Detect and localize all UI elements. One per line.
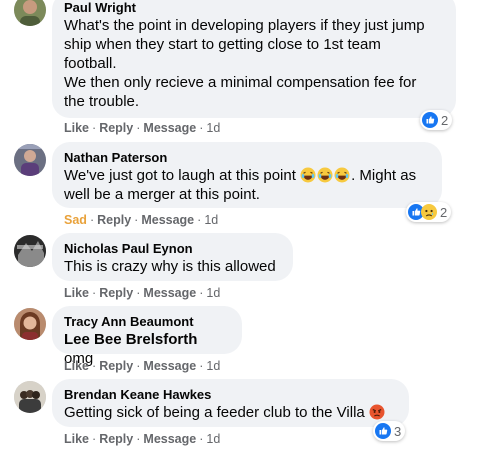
comment-author[interactable]: Brendan Keane Hawkes — [64, 386, 397, 403]
laughing-emoji — [317, 167, 333, 183]
like-link[interactable]: Like — [64, 359, 89, 373]
separator: · — [92, 121, 97, 135]
reply-link[interactable]: Reply — [97, 213, 131, 227]
avatar[interactable] — [14, 144, 46, 176]
separator: · — [136, 359, 141, 373]
comment-text-line: football. — [64, 55, 117, 72]
reaction-summary[interactable]: 2 — [406, 202, 452, 222]
comment-text-part: We've just got to laugh at this point — [64, 167, 296, 184]
reaction-count: 3 — [394, 423, 402, 439]
comment-text-line: well be a merger at this point. — [64, 186, 260, 203]
comment-bubble: Tracy Ann Beaumont Lee Bee Brelsforth om… — [52, 306, 242, 367]
message-link[interactable]: Message — [143, 121, 196, 135]
comment-text-line: We then only recieve a minimal compensat… — [64, 74, 417, 91]
comment-bubble: Nathan Paterson We've just got to laugh … — [52, 142, 442, 208]
separator: · — [199, 121, 204, 135]
comment-author[interactable]: Tracy Ann Beaumont — [64, 313, 230, 330]
reaction-summary[interactable]: 2 — [420, 110, 453, 130]
comment-text-line: We've just got to laugh at this point . … — [64, 166, 430, 185]
like-link[interactable]: Like — [64, 286, 89, 300]
separator: · — [197, 213, 202, 227]
timestamp[interactable]: 1d — [206, 359, 220, 373]
laughing-emoji — [300, 167, 316, 183]
like-icon — [422, 112, 438, 128]
separator: · — [92, 359, 97, 373]
comment-bubble: Nicholas Paul Eynon This is crazy why is… — [52, 233, 293, 281]
separator: · — [136, 121, 141, 135]
comment-bubble: Paul Wright What's the point in developi… — [52, 0, 456, 118]
reaction-count: 2 — [440, 204, 448, 220]
avatar[interactable] — [14, 235, 46, 267]
comment-actions: Like · Reply · Message · 1d — [64, 432, 220, 446]
separator: · — [199, 432, 204, 446]
like-link[interactable]: Like — [64, 121, 89, 135]
mention-link[interactable]: Lee Bee Brelsforth — [64, 331, 197, 348]
timestamp[interactable]: 1d — [206, 286, 220, 300]
message-link[interactable]: Message — [143, 432, 196, 446]
reply-link[interactable]: Reply — [99, 432, 133, 446]
reply-link[interactable]: Reply — [99, 359, 133, 373]
message-link[interactable]: Message — [141, 213, 194, 227]
timestamp[interactable]: 1d — [206, 432, 220, 446]
reply-link[interactable]: Reply — [99, 286, 133, 300]
reaction-count: 2 — [441, 112, 449, 128]
timestamp[interactable]: 1d — [204, 213, 218, 227]
reply-link[interactable]: Reply — [99, 121, 133, 135]
comment-actions: Like · Reply · Message · 1d — [64, 286, 220, 300]
comment-text: What's the point in developing players i… — [64, 16, 444, 111]
comment-text-line: the trouble. — [64, 93, 140, 110]
separator: · — [92, 286, 97, 300]
comment-text-part: Getting sick of being a feeder club to t… — [64, 404, 365, 421]
comment-text: We've just got to laugh at this point . … — [64, 166, 430, 204]
like-link[interactable]: Like — [64, 432, 89, 446]
separator: · — [136, 432, 141, 446]
comment-bubble: Brendan Keane Hawkes Getting sick of bei… — [52, 379, 409, 427]
angry-emoji — [369, 404, 385, 420]
avatar[interactable] — [14, 381, 46, 413]
comment-actions: Like · Reply · Message · 1d — [64, 121, 220, 135]
comment-text-part: . Might as — [351, 167, 417, 184]
comment-author[interactable]: Nathan Paterson — [64, 149, 430, 166]
sad-reaction-link[interactable]: Sad — [64, 213, 87, 227]
separator: · — [199, 359, 204, 373]
separator: · — [134, 213, 139, 227]
comment-text-line: ship when they start to getting close to… — [64, 36, 381, 53]
separator: · — [89, 213, 95, 227]
reaction-summary[interactable]: 3 — [373, 421, 406, 441]
like-icon — [375, 423, 391, 439]
separator: · — [92, 432, 97, 446]
comment-actions: Like · Reply · Message · 1d — [64, 359, 220, 373]
comment-text: Getting sick of being a feeder club to t… — [64, 403, 397, 422]
comment-text: This is crazy why is this allowed — [64, 258, 276, 275]
timestamp[interactable]: 1d — [206, 121, 220, 135]
avatar[interactable] — [14, 0, 46, 26]
message-link[interactable]: Message — [143, 359, 196, 373]
comment-author[interactable]: Nicholas Paul Eynon — [64, 240, 281, 257]
sad-icon — [421, 204, 437, 220]
separator: · — [136, 286, 141, 300]
avatar[interactable] — [14, 308, 46, 340]
comment-text-line: What's the point in developing players i… — [64, 17, 425, 34]
separator: · — [199, 286, 204, 300]
comment-actions: Sad · Reply · Message · 1d — [64, 213, 218, 227]
laughing-emoji — [334, 167, 350, 183]
comment-author[interactable]: Paul Wright — [64, 0, 444, 16]
message-link[interactable]: Message — [143, 286, 196, 300]
